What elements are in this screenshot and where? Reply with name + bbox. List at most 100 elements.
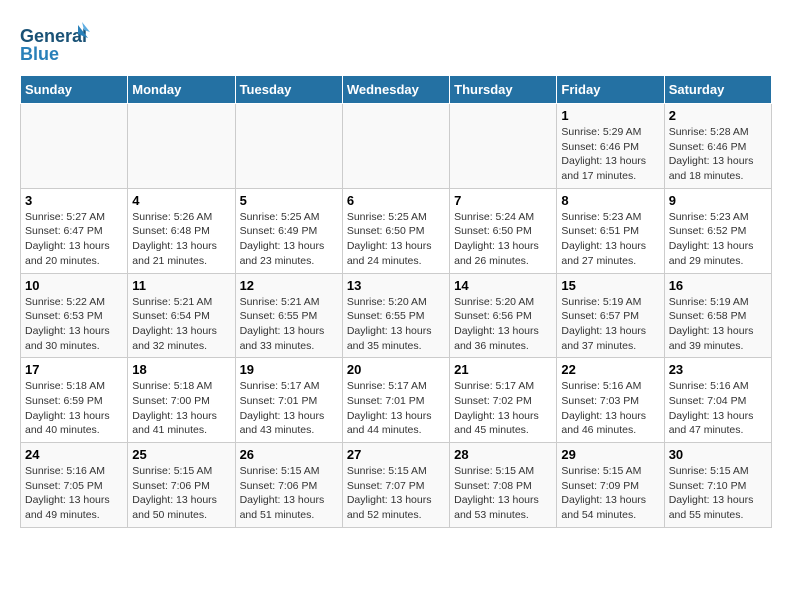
day-number: 28: [454, 447, 552, 462]
day-info: Sunrise: 5:15 AM Sunset: 7:10 PM Dayligh…: [669, 464, 767, 523]
calendar-cell: 8 Sunrise: 5:23 AM Sunset: 6:51 PM Daylig…: [557, 188, 664, 273]
calendar-cell: 3 Sunrise: 5:27 AM Sunset: 6:47 PM Daylig…: [21, 188, 128, 273]
calendar-cell: 21Sunrise: 5:17 AM Sunset: 7:02 PM Dayli…: [450, 358, 557, 443]
day-number: 26: [240, 447, 338, 462]
day-number: 23: [669, 362, 767, 377]
calendar-cell: 19 Sunrise: 5:17 AM Sunset: 7:01 PM Dayli…: [235, 358, 342, 443]
calendar-cell: 26Sunrise: 5:15 AM Sunset: 7:06 PM Dayli…: [235, 443, 342, 528]
day-number: 7: [454, 193, 552, 208]
calendar-cell: 7 Sunrise: 5:24 AM Sunset: 6:50 PM Daylig…: [450, 188, 557, 273]
calendar-week-4: 17 Sunrise: 5:18 AM Sunset: 6:59 PM Dayli…: [21, 358, 772, 443]
day-info: Sunrise: 5:15 AM Sunset: 7:06 PM Dayligh…: [132, 464, 230, 523]
weekday-header-wednesday: Wednesday: [342, 76, 449, 104]
day-info: Sunrise: 5:16 AM Sunset: 7:05 PM Dayligh…: [25, 464, 123, 523]
calendar-cell: 29 Sunrise: 5:15 AM Sunset: 7:09 PM Dayli…: [557, 443, 664, 528]
day-number: 30: [669, 447, 767, 462]
day-number: 17: [25, 362, 123, 377]
day-info: Sunrise: 5:27 AM Sunset: 6:47 PM Dayligh…: [25, 210, 123, 269]
day-info: Sunrise: 5:24 AM Sunset: 6:50 PM Dayligh…: [454, 210, 552, 269]
weekday-header-sunday: Sunday: [21, 76, 128, 104]
day-number: 20: [347, 362, 445, 377]
day-info: Sunrise: 5:25 AM Sunset: 6:49 PM Dayligh…: [240, 210, 338, 269]
day-number: 2: [669, 108, 767, 123]
calendar-week-1: 1 Sunrise: 5:29 AM Sunset: 6:46 PM Daylig…: [21, 104, 772, 189]
calendar-cell: 23 Sunrise: 5:16 AM Sunset: 7:04 PM Dayli…: [664, 358, 771, 443]
calendar-cell: 22 Sunrise: 5:16 AM Sunset: 7:03 PM Dayli…: [557, 358, 664, 443]
calendar-table: SundayMondayTuesdayWednesdayThursdayFrid…: [20, 75, 772, 528]
calendar-cell: 24 Sunrise: 5:16 AM Sunset: 7:05 PM Dayli…: [21, 443, 128, 528]
svg-text:Blue: Blue: [20, 44, 59, 64]
day-number: 12: [240, 278, 338, 293]
calendar-cell: [128, 104, 235, 189]
calendar-cell: 20 Sunrise: 5:17 AM Sunset: 7:01 PM Dayli…: [342, 358, 449, 443]
day-number: 1: [561, 108, 659, 123]
calendar-cell: 11Sunrise: 5:21 AM Sunset: 6:54 PM Dayli…: [128, 273, 235, 358]
weekday-header-friday: Friday: [557, 76, 664, 104]
day-number: 8: [561, 193, 659, 208]
weekday-header-monday: Monday: [128, 76, 235, 104]
day-info: Sunrise: 5:15 AM Sunset: 7:07 PM Dayligh…: [347, 464, 445, 523]
day-info: Sunrise: 5:26 AM Sunset: 6:48 PM Dayligh…: [132, 210, 230, 269]
calendar-cell: 5 Sunrise: 5:25 AM Sunset: 6:49 PM Daylig…: [235, 188, 342, 273]
calendar-cell: 16 Sunrise: 5:19 AM Sunset: 6:58 PM Dayli…: [664, 273, 771, 358]
day-info: Sunrise: 5:20 AM Sunset: 6:55 PM Dayligh…: [347, 295, 445, 354]
day-info: Sunrise: 5:18 AM Sunset: 7:00 PM Dayligh…: [132, 379, 230, 438]
calendar-header: SundayMondayTuesdayWednesdayThursdayFrid…: [21, 76, 772, 104]
calendar-cell: 17 Sunrise: 5:18 AM Sunset: 6:59 PM Dayli…: [21, 358, 128, 443]
day-number: 3: [25, 193, 123, 208]
calendar-week-3: 10 Sunrise: 5:22 AM Sunset: 6:53 PM Dayli…: [21, 273, 772, 358]
weekday-row: SundayMondayTuesdayWednesdayThursdayFrid…: [21, 76, 772, 104]
weekday-header-thursday: Thursday: [450, 76, 557, 104]
day-info: Sunrise: 5:20 AM Sunset: 6:56 PM Dayligh…: [454, 295, 552, 354]
day-number: 29: [561, 447, 659, 462]
day-number: 13: [347, 278, 445, 293]
day-number: 15: [561, 278, 659, 293]
day-info: Sunrise: 5:15 AM Sunset: 7:09 PM Dayligh…: [561, 464, 659, 523]
calendar-cell: 1 Sunrise: 5:29 AM Sunset: 6:46 PM Daylig…: [557, 104, 664, 189]
calendar-cell: 12 Sunrise: 5:21 AM Sunset: 6:55 PM Dayli…: [235, 273, 342, 358]
day-info: Sunrise: 5:18 AM Sunset: 6:59 PM Dayligh…: [25, 379, 123, 438]
calendar-cell: 6Sunrise: 5:25 AM Sunset: 6:50 PM Daylig…: [342, 188, 449, 273]
calendar-cell: 4Sunrise: 5:26 AM Sunset: 6:48 PM Daylig…: [128, 188, 235, 273]
logo: GeneralBlue: [20, 20, 90, 65]
calendar-cell: 18 Sunrise: 5:18 AM Sunset: 7:00 PM Dayli…: [128, 358, 235, 443]
day-info: Sunrise: 5:17 AM Sunset: 7:01 PM Dayligh…: [347, 379, 445, 438]
day-number: 6: [347, 193, 445, 208]
calendar-cell: 10 Sunrise: 5:22 AM Sunset: 6:53 PM Dayli…: [21, 273, 128, 358]
day-info: Sunrise: 5:19 AM Sunset: 6:58 PM Dayligh…: [669, 295, 767, 354]
calendar-cell: 25Sunrise: 5:15 AM Sunset: 7:06 PM Dayli…: [128, 443, 235, 528]
day-number: 27: [347, 447, 445, 462]
logo-svg: GeneralBlue: [20, 20, 90, 65]
day-info: Sunrise: 5:23 AM Sunset: 6:51 PM Dayligh…: [561, 210, 659, 269]
day-info: Sunrise: 5:17 AM Sunset: 7:01 PM Dayligh…: [240, 379, 338, 438]
calendar-cell: 2Sunrise: 5:28 AM Sunset: 6:46 PM Daylig…: [664, 104, 771, 189]
calendar-cell: 14 Sunrise: 5:20 AM Sunset: 6:56 PM Dayli…: [450, 273, 557, 358]
day-info: Sunrise: 5:16 AM Sunset: 7:04 PM Dayligh…: [669, 379, 767, 438]
day-number: 24: [25, 447, 123, 462]
day-info: Sunrise: 5:29 AM Sunset: 6:46 PM Dayligh…: [561, 125, 659, 184]
day-info: Sunrise: 5:16 AM Sunset: 7:03 PM Dayligh…: [561, 379, 659, 438]
day-number: 22: [561, 362, 659, 377]
day-info: Sunrise: 5:22 AM Sunset: 6:53 PM Dayligh…: [25, 295, 123, 354]
calendar-week-2: 3 Sunrise: 5:27 AM Sunset: 6:47 PM Daylig…: [21, 188, 772, 273]
svg-text:General: General: [20, 26, 87, 46]
calendar-cell: 9Sunrise: 5:23 AM Sunset: 6:52 PM Daylig…: [664, 188, 771, 273]
calendar-cell: 13 Sunrise: 5:20 AM Sunset: 6:55 PM Dayli…: [342, 273, 449, 358]
day-number: 16: [669, 278, 767, 293]
day-number: 19: [240, 362, 338, 377]
day-info: Sunrise: 5:17 AM Sunset: 7:02 PM Dayligh…: [454, 379, 552, 438]
day-number: 18: [132, 362, 230, 377]
calendar-cell: [342, 104, 449, 189]
calendar-cell: 27 Sunrise: 5:15 AM Sunset: 7:07 PM Dayli…: [342, 443, 449, 528]
calendar-cell: [21, 104, 128, 189]
day-info: Sunrise: 5:21 AM Sunset: 6:54 PM Dayligh…: [132, 295, 230, 354]
day-number: 14: [454, 278, 552, 293]
calendar-cell: [235, 104, 342, 189]
day-info: Sunrise: 5:23 AM Sunset: 6:52 PM Dayligh…: [669, 210, 767, 269]
day-number: 5: [240, 193, 338, 208]
calendar-cell: [450, 104, 557, 189]
calendar-body: 1 Sunrise: 5:29 AM Sunset: 6:46 PM Daylig…: [21, 104, 772, 528]
calendar-cell: 15Sunrise: 5:19 AM Sunset: 6:57 PM Dayli…: [557, 273, 664, 358]
day-number: 10: [25, 278, 123, 293]
day-info: Sunrise: 5:21 AM Sunset: 6:55 PM Dayligh…: [240, 295, 338, 354]
